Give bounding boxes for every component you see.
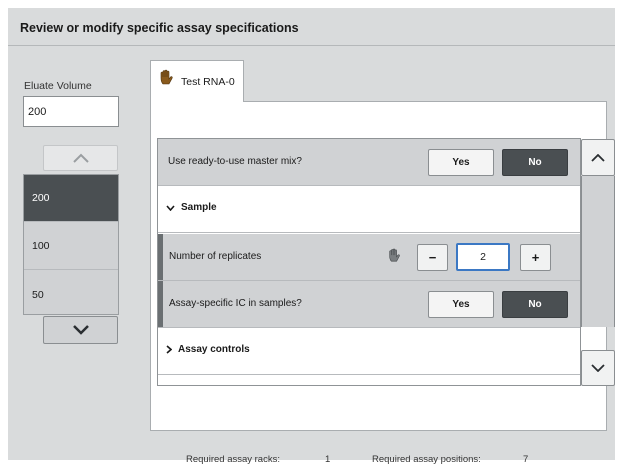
positions-label: Required assay positions: <box>372 454 481 465</box>
racks-label: Required assay racks: <box>186 454 280 465</box>
positions-value: 7 <box>523 454 529 465</box>
chevron-up-icon <box>591 153 605 162</box>
replicates-value-field[interactable]: 2 <box>456 243 510 271</box>
row-accent <box>158 234 163 280</box>
master-mix-no-button[interactable]: No <box>502 149 568 176</box>
tab-label: Test RNA-0 <box>181 76 235 88</box>
racks-value: 1 <box>325 454 331 465</box>
page-title: Review or modify specific assay specific… <box>20 21 299 35</box>
page-header: Review or modify specific assay specific… <box>8 8 615 46</box>
list-scroll-down-button[interactable] <box>43 316 118 344</box>
controls-section-header[interactable]: Assay controls <box>166 344 250 355</box>
row-replicates: Number of replicates − 2 + <box>158 234 580 281</box>
eluate-volume-list: 200 100 50 <box>23 174 119 315</box>
assay-settings-table: Use ready-to-use master mix? Yes No Samp… <box>157 138 581 386</box>
section-label: Sample <box>181 202 217 213</box>
section-label: Assay controls <box>178 344 250 355</box>
chevron-down-icon <box>72 325 89 335</box>
chevron-right-icon <box>166 345 172 354</box>
tab-test-rna-0[interactable]: Test RNA-0 <box>150 60 244 102</box>
row-accent <box>158 281 163 327</box>
row-label: Assay-specific IC in samples? <box>169 298 302 309</box>
list-item-200[interactable]: 200 <box>24 175 118 222</box>
chevron-down-icon <box>591 364 605 372</box>
list-item-100[interactable]: 100 <box>24 223 118 270</box>
list-item-label: 200 <box>32 192 50 204</box>
sample-section-header[interactable]: Sample <box>166 202 217 213</box>
replicates-increment-button[interactable]: + <box>520 244 551 271</box>
row-controls-section[interactable]: Assay controls <box>158 328 580 375</box>
row-assay-ic: Assay-specific IC in samples? Yes No <box>158 281 580 328</box>
list-item-label: 50 <box>32 288 44 301</box>
list-scroll-up-button[interactable] <box>43 145 118 171</box>
row-master-mix: Use ready-to-use master mix? Yes No <box>158 139 580 186</box>
row-label: Number of replicates <box>169 251 262 262</box>
eluate-volume-label: Eluate Volume <box>24 80 92 92</box>
hand-icon <box>160 69 173 85</box>
replicates-decrement-button[interactable]: − <box>417 244 448 271</box>
ic-no-button[interactable]: No <box>502 291 568 318</box>
chevron-down-icon <box>166 204 175 211</box>
row-label: Use ready-to-use master mix? <box>168 156 302 167</box>
table-scroll-down-button[interactable] <box>581 350 615 386</box>
table-scroll-track[interactable] <box>581 176 615 327</box>
ic-yes-button[interactable]: Yes <box>428 291 494 318</box>
hand-icon <box>389 248 400 262</box>
list-item-50[interactable]: 50 <box>24 271 118 318</box>
chevron-up-icon <box>72 153 89 163</box>
master-mix-yes-button[interactable]: Yes <box>428 149 494 176</box>
list-item-label: 100 <box>32 240 50 252</box>
eluate-volume-field[interactable]: 200 <box>23 96 119 127</box>
row-sample-section[interactable]: Sample <box>158 186 580 233</box>
table-scroll-up-button[interactable] <box>581 139 615 176</box>
